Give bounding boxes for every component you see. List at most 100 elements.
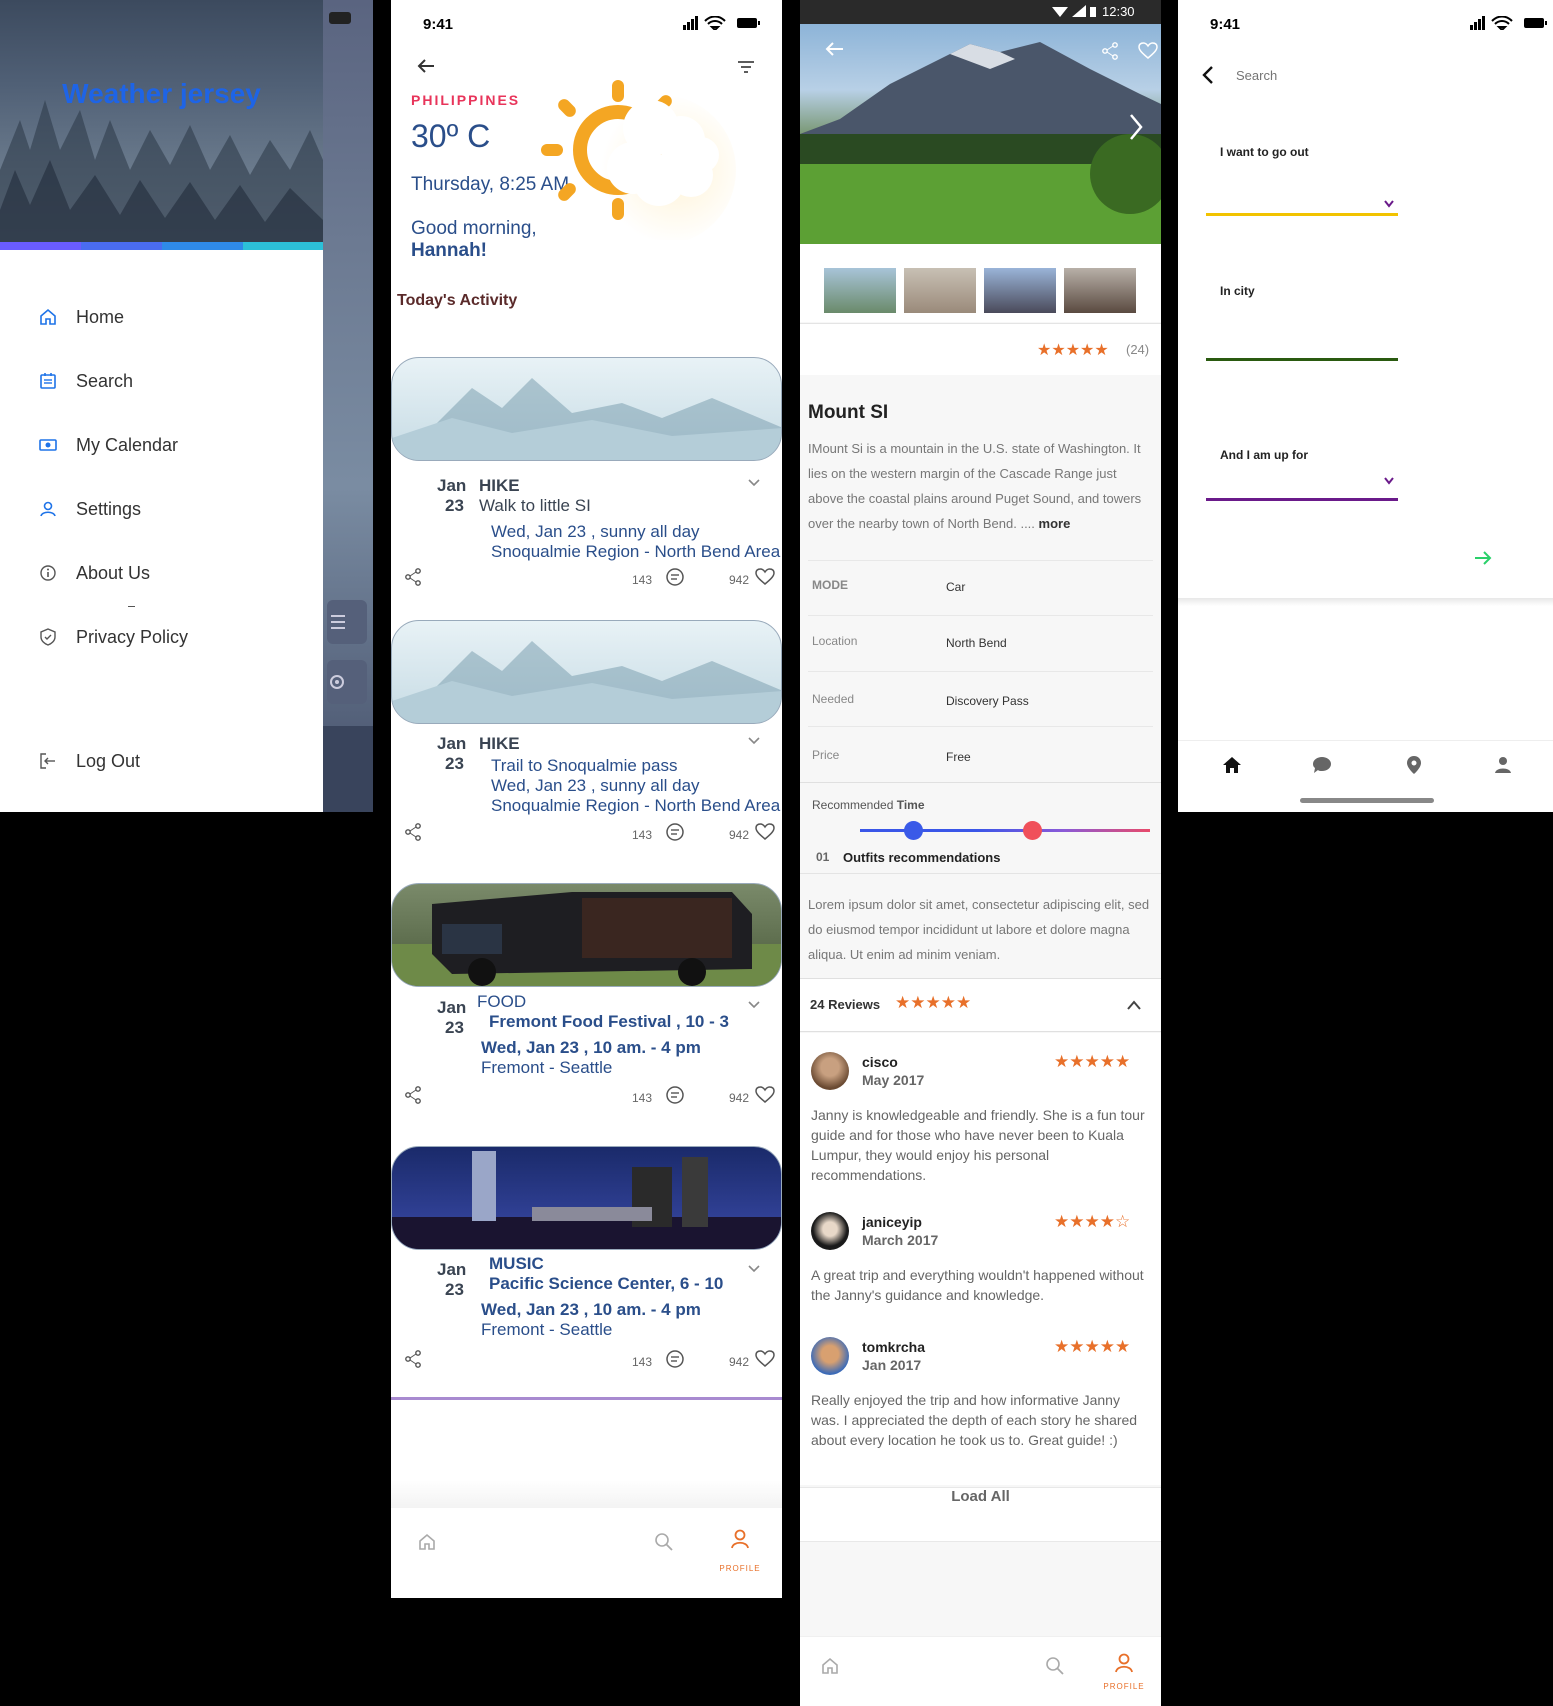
like-count: 942 <box>729 828 750 842</box>
divider <box>808 726 1153 727</box>
share-icon[interactable] <box>405 568 421 586</box>
search-input[interactable] <box>1236 64 1486 86</box>
locate-chip[interactable] <box>327 660 367 704</box>
review-text: A great trip and everything wouldn't hap… <box>811 1267 1144 1303</box>
activity-image[interactable] <box>391 1146 782 1250</box>
drawer-screen: Weather jersey Home Search My Calendar S… <box>0 0 373 812</box>
card-line1: Wed, Jan 23 , sunny all day <box>491 776 700 795</box>
thumbnail[interactable] <box>904 268 976 313</box>
back-arrow-icon[interactable] <box>824 40 844 58</box>
thumbnail[interactable] <box>984 268 1056 313</box>
search-icon[interactable] <box>654 1532 674 1552</box>
card-month: Jan <box>437 998 467 1017</box>
chat-icon[interactable] <box>1312 756 1332 774</box>
card-day: 23 <box>445 1280 464 1299</box>
dropdown-underline[interactable] <box>1206 213 1398 216</box>
detail-screen: 12:30 ★★★★★ (24) Mount SI IMount Si is a… <box>800 0 1161 1706</box>
card-title: Pacific Science Center, 6 - 10 <box>489 1274 724 1293</box>
load-all-button[interactable]: Load All <box>800 1487 1161 1542</box>
search-icon[interactable] <box>1045 1656 1065 1676</box>
comment-count: 143 <box>632 828 653 842</box>
profile-icon[interactable] <box>1113 1652 1135 1674</box>
card-line2: Fremont - Seattle <box>481 1320 613 1339</box>
filter-chip[interactable] <box>327 600 367 644</box>
home-icon[interactable] <box>1222 756 1242 774</box>
share-icon[interactable] <box>405 1086 421 1104</box>
profile-icon[interactable] <box>1494 756 1512 774</box>
range-handle-start[interactable] <box>904 821 923 840</box>
comment-icon[interactable] <box>665 568 685 588</box>
info-label: Needed <box>812 692 855 706</box>
share-icon[interactable] <box>405 823 421 841</box>
menu-item-home[interactable]: Home <box>38 302 124 332</box>
filter-icon[interactable] <box>737 60 755 74</box>
activity-image[interactable] <box>391 620 782 724</box>
temperature: 30º C <box>411 118 491 154</box>
chevron-down-icon[interactable] <box>747 1264 761 1274</box>
comment-icon[interactable] <box>665 823 685 843</box>
card-title: Trail to Snoqualmie pass <box>491 756 678 775</box>
heart-icon[interactable] <box>755 823 775 841</box>
bottom-nav <box>800 1636 1161 1706</box>
card-category: FOOD <box>477 992 527 1011</box>
reviews-stars: ★★★★★ <box>895 993 972 1013</box>
recommended-time-label: Recommended Time <box>812 798 925 812</box>
status-time: 9:41 <box>1210 16 1241 33</box>
heart-icon[interactable] <box>1138 42 1158 60</box>
form-label: I want to go out <box>1220 145 1309 159</box>
share-icon[interactable] <box>405 1350 421 1368</box>
chevron-down-icon[interactable] <box>747 736 761 746</box>
activity-image[interactable] <box>391 357 782 461</box>
card-month: Jan <box>437 734 467 753</box>
chevron-down-icon[interactable] <box>1384 477 1394 485</box>
heart-icon[interactable] <box>755 568 775 586</box>
comment-icon[interactable] <box>665 1350 685 1370</box>
input-underline[interactable] <box>1206 358 1398 361</box>
reviews-header[interactable]: 24 Reviews ★★★★★ <box>800 978 1161 1032</box>
location-pin-icon[interactable] <box>1406 755 1422 775</box>
profile-icon[interactable] <box>729 1528 751 1550</box>
divider <box>391 1397 782 1400</box>
menu-item-privacy-policy[interactable]: Privacy Policy <box>38 622 188 652</box>
review-stars: ★★★★☆ <box>1054 1212 1131 1232</box>
range-handle-end[interactable] <box>1023 821 1042 840</box>
activity-image[interactable] <box>391 883 782 987</box>
menu-item-my-calendar[interactable]: My Calendar <box>38 430 178 460</box>
menu-item-settings[interactable]: Settings <box>38 494 141 524</box>
weather-screen: 9:41 PHILIPPINES 30º C Thursday, 8:25 AM… <box>391 0 782 1598</box>
menu-label: Privacy Policy <box>76 626 189 647</box>
share-icon[interactable] <box>1102 42 1118 60</box>
heart-icon[interactable] <box>755 1086 775 1104</box>
nav-shadow <box>391 1480 782 1508</box>
arrow-right-icon[interactable] <box>1474 550 1492 566</box>
menu-label: My Calendar <box>76 434 179 455</box>
review-text: Really enjoyed the trip and how informat… <box>811 1392 1138 1448</box>
chevron-right-icon[interactable] <box>1128 112 1144 142</box>
home-icon[interactable] <box>820 1656 840 1676</box>
back-chevron-icon[interactable] <box>1202 65 1214 85</box>
thumbnail[interactable] <box>1064 268 1136 313</box>
card-day: 23 <box>445 496 464 515</box>
drawer-header: Weather jersey <box>0 0 323 242</box>
chevron-up-icon[interactable] <box>1126 999 1142 1011</box>
chevron-down-icon[interactable] <box>747 1000 761 1010</box>
outfits-header[interactable]: 01 Outfits recommendations <box>800 842 1161 874</box>
comment-count: 143 <box>632 1355 653 1369</box>
dropdown-underline[interactable] <box>1206 498 1398 501</box>
chevron-down-icon[interactable] <box>747 478 761 488</box>
menu-item-about-us[interactable]: About Us <box>38 558 150 588</box>
logout-button[interactable]: Log Out <box>38 746 140 776</box>
more-link[interactable]: more <box>1039 516 1071 531</box>
menu-label: Settings <box>76 498 142 519</box>
comment-icon[interactable] <box>665 1086 685 1106</box>
heart-icon[interactable] <box>755 1350 775 1368</box>
thumbnail[interactable] <box>824 268 896 313</box>
menu-item-search[interactable]: Search <box>38 366 133 396</box>
user-icon <box>40 501 56 517</box>
back-arrow-icon[interactable] <box>417 58 435 74</box>
content-shadow <box>1178 598 1553 740</box>
chevron-down-icon[interactable] <box>1384 200 1394 208</box>
progress-segment-4 <box>243 242 323 250</box>
home-icon[interactable] <box>417 1532 437 1552</box>
divider <box>808 560 1153 561</box>
